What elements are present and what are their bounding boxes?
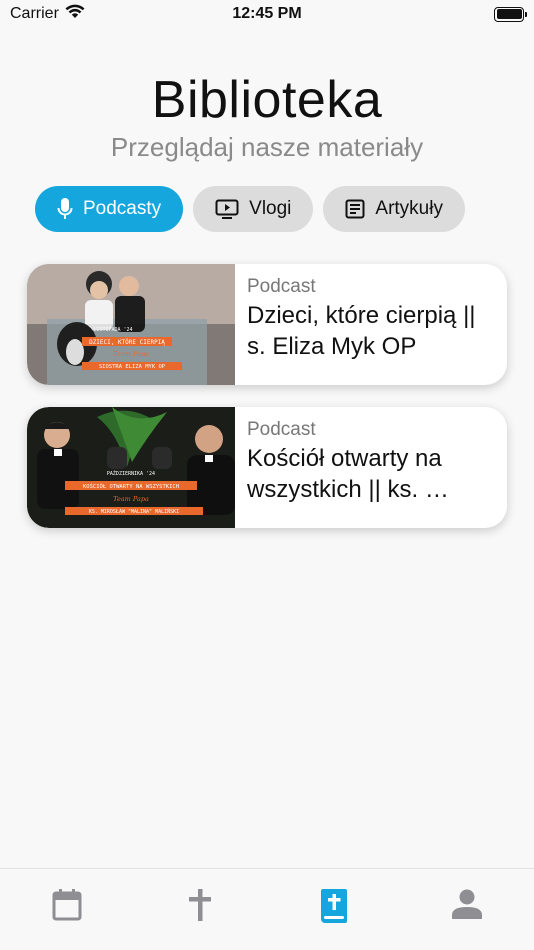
status-left: Carrier xyxy=(10,4,85,24)
video-icon xyxy=(215,199,239,219)
cross-icon xyxy=(187,889,213,926)
tab-vlogs-label: Vlogi xyxy=(249,198,292,219)
podcast-card-body: Podcast Dzieci, które cierpią || s. Eliz… xyxy=(235,264,507,385)
bible-icon xyxy=(319,889,349,928)
tabbar-item-library[interactable] xyxy=(304,889,364,928)
calendar-icon xyxy=(52,889,82,926)
content-type-tabs: Podcasty Vlogi Artykuły xyxy=(35,186,465,232)
battery-level xyxy=(496,9,522,19)
bottom-tab-bar xyxy=(0,868,534,950)
thumb-caption-main: DZIECI, KTÓRE CIERPIĄ xyxy=(89,339,165,346)
battery-icon xyxy=(494,6,527,22)
thumb-caption-top: PAŹDZIERNIKA '24 xyxy=(107,469,155,477)
page-title: Biblioteka xyxy=(151,71,383,129)
thumb-caption-top: LISTOPADA '24 xyxy=(93,327,132,333)
microphone-icon xyxy=(57,197,73,221)
podcast-card[interactable]: LISTOPADA '24 DZIECI, KTÓRE CIERPIĄ Team… xyxy=(27,264,507,385)
page-subtitle: Przeglądaj nasze materiały xyxy=(110,132,424,162)
wifi-icon xyxy=(65,4,85,24)
tab-podcasts-label: Podcasty xyxy=(83,198,162,219)
article-icon xyxy=(345,199,365,219)
thumb-brand: Team Papa xyxy=(113,495,149,503)
tab-articles-label: Artykuły xyxy=(375,198,443,219)
podcast-title: Dzieci, które cierpią || s. Eliza Myk OP xyxy=(247,302,476,360)
podcast-thumbnail: LISTOPADA '24 DZIECI, KTÓRE CIERPIĄ Team… xyxy=(27,264,235,385)
podcast-list: LISTOPADA '24 DZIECI, KTÓRE CIERPIĄ Team… xyxy=(27,264,507,550)
podcast-type-label: Podcast xyxy=(247,419,316,440)
thumb-caption-bottom: KS. MIROSŁAW "MALINA" MALIŃSKI xyxy=(89,508,179,515)
podcast-title: Kościół otwarty na wszystkich || ks. … xyxy=(247,445,449,503)
podcast-card-body: Podcast Kościół otwarty na wszystkich ||… xyxy=(235,407,507,528)
tab-podcasts[interactable]: Podcasty xyxy=(35,186,184,232)
tabbar-item-faith[interactable] xyxy=(170,889,230,926)
podcast-type-label: Podcast xyxy=(247,276,316,297)
tab-articles[interactable]: Artykuły xyxy=(323,186,465,232)
thumb-caption-main: KOŚCIÓŁ OTWARTY NA WSZYSTKICH xyxy=(83,483,179,490)
status-bar: Carrier 12:45 PM xyxy=(0,0,534,28)
person-icon xyxy=(452,889,483,924)
podcast-thumbnail: PAŹDZIERNIKA '24 KOŚCIÓŁ OTWARTY NA WSZY… xyxy=(27,407,235,528)
tabbar-item-calendar[interactable] xyxy=(37,889,97,926)
tab-vlogs[interactable]: Vlogi xyxy=(193,186,314,232)
podcast-card[interactable]: PAŹDZIERNIKA '24 KOŚCIÓŁ OTWARTY NA WSZY… xyxy=(27,407,507,528)
tabbar-item-profile[interactable] xyxy=(437,889,497,924)
thumb-brand: Team Papa xyxy=(113,350,149,358)
thumb-caption-bottom: SIOSTRA ELIZA MYK OP xyxy=(99,364,166,370)
carrier-label: Carrier xyxy=(10,5,59,22)
